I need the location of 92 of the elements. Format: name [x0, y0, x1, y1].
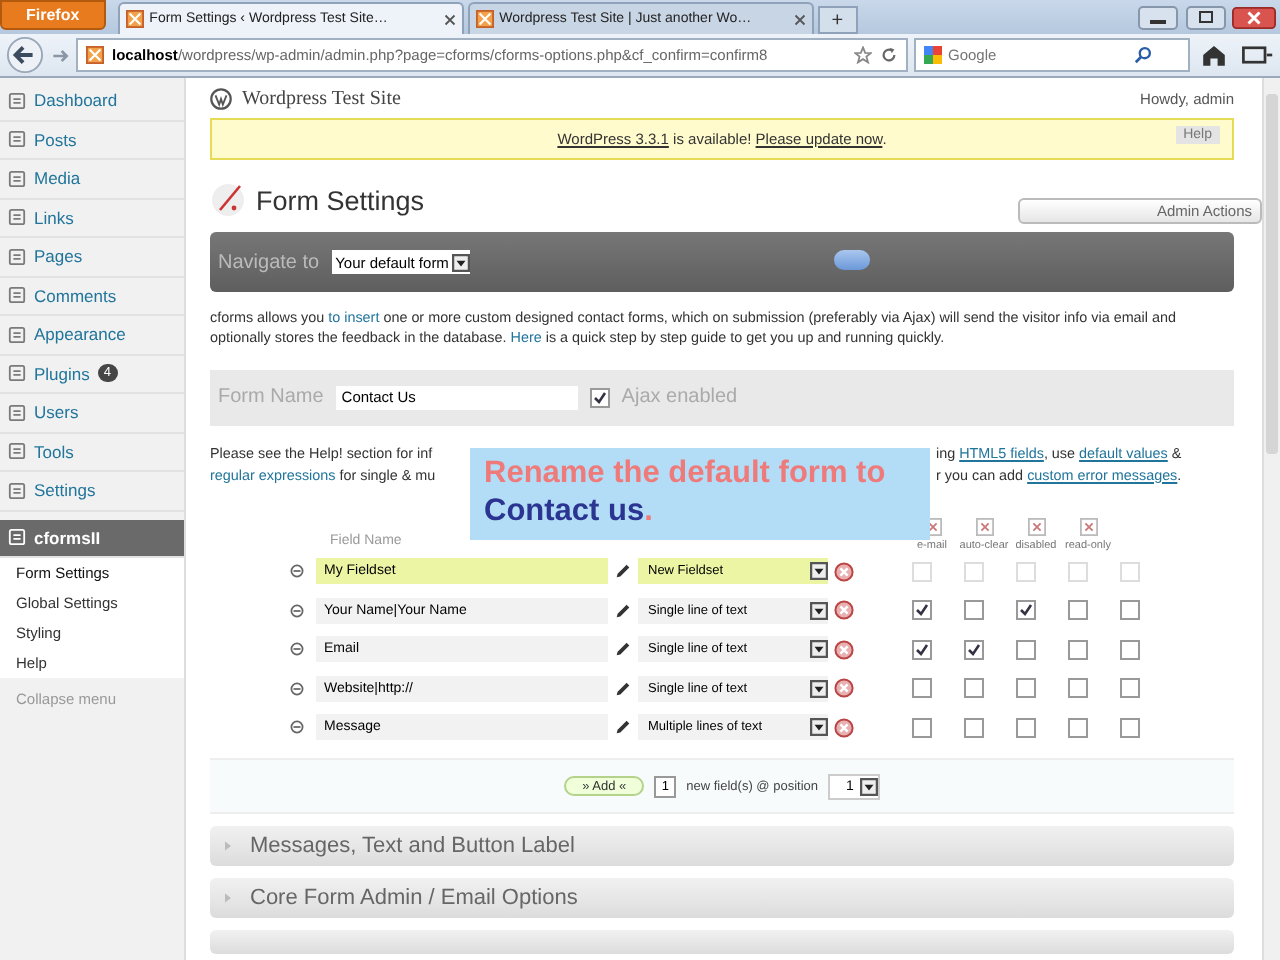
page-title: Form Settings	[256, 185, 425, 215]
tutorial-callout: Rename the default form to Contact us.	[470, 447, 930, 540]
section-toggle-icon	[222, 840, 234, 853]
form-settings-icon	[210, 180, 250, 220]
close-icon[interactable]	[793, 13, 806, 25]
ajax-label: Ajax enabled	[621, 386, 738, 409]
menu-item-icon	[8, 130, 26, 149]
go-button[interactable]	[834, 250, 870, 270]
drag-handle-icon[interactable]	[290, 640, 304, 659]
drag-handle-icon[interactable]	[290, 718, 304, 737]
drag-handle-icon[interactable]	[290, 679, 304, 698]
menu-item-icon	[8, 364, 26, 383]
navigate-label: Navigate to	[218, 251, 320, 273]
pencil-icon[interactable]	[614, 640, 632, 659]
minimize-icon[interactable]	[1136, 5, 1180, 29]
sidebar-item[interactable]: Appearance	[0, 316, 184, 355]
sidebar-item[interactable]: Settings	[0, 472, 184, 511]
page-icon	[125, 10, 144, 28]
delete-icon[interactable]	[834, 639, 854, 660]
delete-icon[interactable]	[834, 561, 854, 582]
close-icon[interactable]	[1232, 5, 1276, 29]
delete-icon[interactable]	[834, 717, 854, 738]
field-option-checkbox[interactable]	[1120, 678, 1140, 699]
forward-arrow-icon[interactable]	[50, 45, 70, 65]
field-option-checkbox[interactable]	[1016, 639, 1036, 660]
menu-item-icon	[8, 208, 26, 227]
field-option-checkbox[interactable]	[1016, 678, 1036, 699]
toolbar-menu-icon[interactable]	[1238, 40, 1274, 70]
menu-item-icon	[8, 403, 26, 422]
new-tab-button[interactable]: +	[817, 6, 858, 34]
page-icon	[475, 10, 494, 28]
field-option-checkbox[interactable]	[912, 600, 932, 621]
menu-item-icon	[8, 481, 26, 500]
pencil-icon[interactable]	[614, 601, 632, 620]
menu-item-icon	[8, 91, 26, 110]
section-toggle-icon	[222, 892, 234, 905]
field-option-checkbox[interactable]	[1016, 717, 1036, 738]
menu-item-icon	[8, 325, 26, 344]
dropdown-arrow-icon	[452, 253, 471, 271]
column-header-icon	[975, 517, 993, 536]
sidebar-item[interactable]: Links	[0, 199, 184, 238]
field-option-checkbox[interactable]	[1120, 717, 1140, 738]
menu-item-icon	[8, 286, 26, 305]
field-option-checkbox[interactable]	[964, 639, 984, 660]
menu-item-icon	[8, 247, 26, 266]
field-option-checkbox[interactable]	[1120, 600, 1140, 621]
sidebar-item[interactable]: Comments	[0, 277, 184, 316]
field-option-checkbox[interactable]	[1068, 678, 1088, 699]
pencil-icon[interactable]	[614, 562, 632, 581]
close-icon[interactable]	[443, 13, 456, 25]
wordpress-logo-icon	[210, 87, 232, 109]
star-icon[interactable]	[854, 46, 872, 64]
page-icon	[86, 46, 104, 64]
site-title: Wordpress Test Site	[242, 87, 401, 109]
pencil-icon[interactable]	[614, 679, 632, 698]
form-name-label: Form Name	[218, 386, 324, 409]
collapsible-section-header[interactable]: Messages, Text and Button Label	[210, 826, 1234, 867]
sidebar-item[interactable]: Dashboard	[0, 82, 184, 121]
pencil-icon[interactable]	[614, 718, 632, 737]
column-header-icon	[1079, 517, 1097, 536]
field-option-checkbox[interactable]	[964, 678, 984, 699]
delete-icon[interactable]	[834, 678, 854, 699]
menu-item-icon	[8, 528, 26, 547]
field-option-checkbox[interactable]	[912, 717, 932, 738]
field-option-checkbox[interactable]	[1120, 639, 1140, 660]
scrollbar[interactable]	[1262, 78, 1280, 960]
sidebar-item[interactable]: cformsII	[0, 519, 184, 558]
sidebar-item[interactable]: Posts	[0, 121, 184, 160]
field-option-checkbox[interactable]	[912, 678, 932, 699]
menu-item-icon	[8, 442, 26, 461]
sidebar-item[interactable]: Users	[0, 394, 184, 433]
menu-item-icon	[8, 169, 26, 188]
drag-handle-icon[interactable]	[290, 601, 304, 620]
sidebar-item[interactable]: Tools	[0, 433, 184, 472]
collapsible-section-header[interactable]: Core Form Admin / Email Options	[210, 878, 1234, 919]
ajax-checkbox[interactable]	[589, 387, 610, 408]
sidebar-item[interactable]: Media	[0, 160, 184, 199]
search-icon[interactable]	[1134, 46, 1152, 64]
sidebar-item[interactable]: Pages	[0, 238, 184, 277]
restore-icon[interactable]	[1184, 5, 1228, 29]
field-option-checkbox[interactable]	[1016, 600, 1036, 621]
field-option-checkbox[interactable]	[1068, 639, 1088, 660]
drag-handle-icon[interactable]	[290, 562, 304, 581]
reload-icon[interactable]	[880, 46, 898, 64]
field-option-checkbox[interactable]	[912, 639, 932, 660]
column-header-icon	[1027, 517, 1045, 536]
field-option-checkbox[interactable]	[1068, 600, 1088, 621]
field-option-checkbox[interactable]	[964, 717, 984, 738]
field-option-checkbox[interactable]	[1068, 717, 1088, 738]
google-icon	[924, 46, 942, 64]
field-option-checkbox[interactable]	[964, 600, 984, 621]
delete-icon[interactable]	[834, 600, 854, 621]
